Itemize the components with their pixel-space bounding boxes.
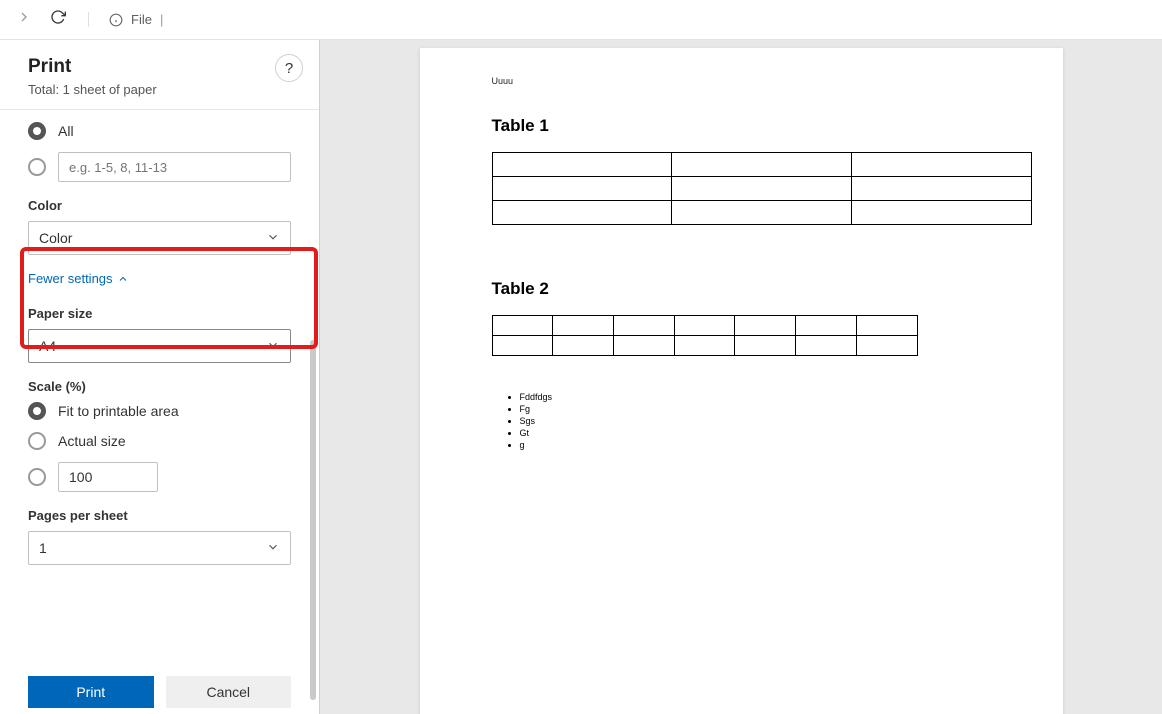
print-panel: Print Total: 1 sheet of paper ? All Colo… [0,40,320,714]
list-item: Fddfdgs [520,392,991,402]
radio-icon [28,432,46,450]
page-header-text: Uuuu [492,76,991,86]
pages-custom-input[interactable] [58,152,291,182]
list-item: Sgs [520,416,991,426]
pages-all-row[interactable]: All [28,122,291,140]
pages-per-sheet-select[interactable]: 1 [28,531,291,565]
radio-icon [28,122,46,140]
panel-title: Print [28,56,299,78]
print-button[interactable]: Print [28,676,154,708]
table-2 [492,315,918,356]
select-value: 1 [39,540,47,556]
select-value: Color [39,230,72,246]
list-item: Fg [520,404,991,414]
scale-custom-row[interactable] [28,462,291,492]
info-icon [109,13,123,27]
radio-label: All [58,123,74,139]
radio-label: Fit to printable area [58,403,179,419]
refresh-icon[interactable] [50,9,66,30]
radio-icon [28,158,46,176]
scale-fit-row[interactable]: Fit to printable area [28,402,291,420]
select-value: A4 [39,338,56,354]
color-label: Color [28,198,291,213]
nav-forward-icon[interactable] [16,9,32,30]
chevron-up-icon [117,273,129,285]
table-1 [492,152,1032,225]
address-separator: | [160,12,163,27]
color-select[interactable]: Color [28,221,291,255]
bullet-list: Fddfdgs Fg Sgs Gt g [520,392,991,450]
scrollbar-thumb[interactable] [310,340,316,700]
radio-icon [28,468,46,486]
pages-custom-row[interactable] [28,152,291,182]
list-item: Gt [520,428,991,438]
preview-page: Uuuu Table 1 Table 2 Fddfdgs Fg Sgs Gt g [420,48,1063,714]
scale-actual-row[interactable]: Actual size [28,432,291,450]
radio-icon [28,402,46,420]
paper-size-label: Paper size [28,306,291,321]
table-1-caption: Table 1 [492,116,991,136]
print-preview-area: Uuuu Table 1 Table 2 Fddfdgs Fg Sgs Gt g [320,40,1162,714]
address-bar[interactable]: File | [88,12,163,27]
list-item: g [520,440,991,450]
table-2-caption: Table 2 [492,279,991,299]
chevron-down-icon [266,230,280,247]
browser-toolbar: File | [0,0,1162,40]
radio-label: Actual size [58,433,126,449]
chevron-down-icon [266,338,280,355]
fewer-settings-link[interactable]: Fewer settings [28,271,129,286]
pages-per-sheet-label: Pages per sheet [28,508,291,523]
cancel-button[interactable]: Cancel [166,676,292,708]
scale-custom-input[interactable] [58,462,158,492]
paper-size-select[interactable]: A4 [28,329,291,363]
address-scheme: File [131,12,152,27]
scale-label: Scale (%) [28,379,291,394]
help-button[interactable]: ? [275,54,303,82]
chevron-down-icon [266,540,280,557]
panel-subtitle: Total: 1 sheet of paper [28,82,299,97]
